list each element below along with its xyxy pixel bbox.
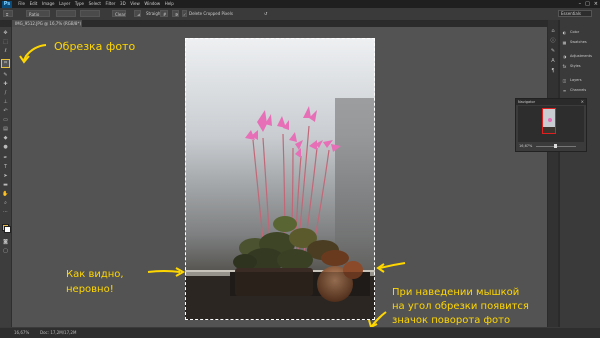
status-doc-info[interactable]: Doc: 17,2M/17,2M	[40, 329, 76, 336]
arrow-to-crop-corner	[371, 311, 387, 327]
annotation-uneven-line2: неровно!	[66, 284, 114, 295]
annotation-hover-line2: на угол обрезки появится	[392, 301, 529, 312]
arrow-to-left-edge	[147, 270, 181, 273]
annotation-uneven: Как видно, неровно!	[66, 267, 124, 297]
annotation-rotate-hint: При наведении мышкой на угол обрезки поя…	[392, 286, 529, 328]
status-zoom[interactable]: 16,67%	[14, 329, 29, 336]
annotation-hover-line3: значок поворота фото	[392, 315, 511, 326]
annotation-uneven-line1: Как видно,	[66, 269, 124, 280]
annotation-hover-line1: При наведении мышкой	[392, 287, 520, 298]
status-bar: 16,67% Doc: 17,2M/17,2M	[0, 327, 600, 338]
